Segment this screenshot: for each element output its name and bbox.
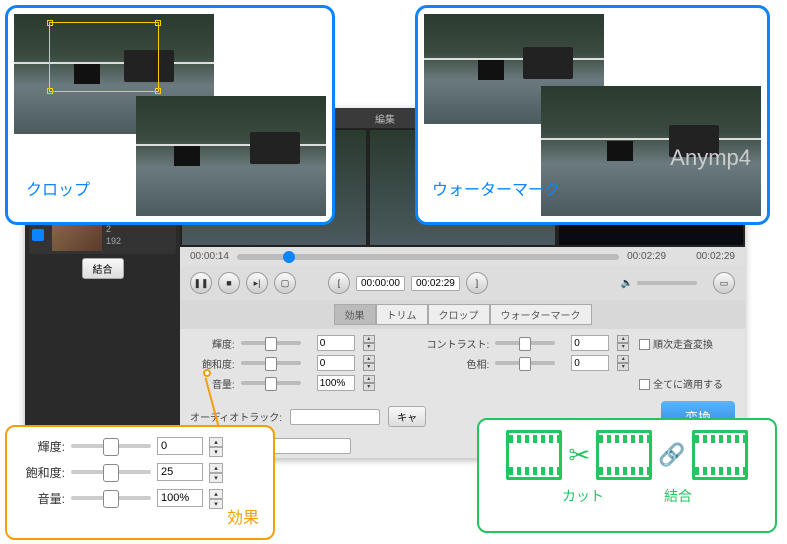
effect-params: 輝度: ▴▾ コントラスト: ▴▾ 順次走査変換 飽和度: ▴▾ 色相: ▴▾ <box>180 329 745 397</box>
timeline-track[interactable] <box>237 254 619 260</box>
combine-label: 結合 <box>664 486 692 506</box>
fx-brightness-input[interactable] <box>157 437 203 455</box>
cut-label: カット <box>562 486 604 506</box>
fx-saturation-stepper[interactable]: ▴▾ <box>209 463 223 481</box>
film-icon <box>692 430 748 480</box>
mark-in-button[interactable]: [ <box>328 272 350 294</box>
step-button[interactable]: ▸| <box>246 272 268 294</box>
link-icon: 🔗 <box>658 442 685 468</box>
callout-line <box>205 378 220 427</box>
scissors-icon: ✂ <box>568 440 590 471</box>
time-start: 00:00:14 <box>190 251 229 262</box>
volume-control[interactable]: 🔈 <box>621 278 697 289</box>
fx-brightness-slider[interactable] <box>71 444 151 448</box>
speaker-icon: 🔈 <box>621 278 633 289</box>
saturation-stepper[interactable]: ▴▾ <box>363 355 375 371</box>
mark-out-button[interactable]: ] <box>466 272 488 294</box>
brightness-stepper[interactable]: ▴▾ <box>363 335 375 351</box>
tab-watermark[interactable]: ウォーターマーク <box>490 304 592 325</box>
pause-button[interactable]: ❚❚ <box>190 272 212 294</box>
watermark-result-preview: Anymp4 <box>541 86 761 216</box>
current-time: 00:00:00 <box>356 276 405 291</box>
total-time: 00:02:29 <box>411 276 460 291</box>
deinterlace-check[interactable]: 順次走査変換 <box>639 336 729 351</box>
stop-button[interactable]: ■ <box>218 272 240 294</box>
effect-tabs: 効果 トリム クロップ ウォーターマーク <box>180 300 745 329</box>
contrast-input[interactable] <box>571 335 609 351</box>
watermark-label: ウォーターマーク <box>432 176 560 200</box>
hue-input[interactable] <box>571 355 609 371</box>
time-end-2: 00:02:29 <box>696 251 735 262</box>
brightness-slider[interactable] <box>241 341 301 345</box>
audio-track-select[interactable] <box>290 409 380 425</box>
cancel-button[interactable]: キャ <box>388 406 426 427</box>
fx-saturation-slider[interactable] <box>71 470 151 474</box>
watermark-overlay-text: Anymp4 <box>670 145 751 171</box>
checkbox[interactable] <box>32 229 44 241</box>
film-icon <box>596 430 652 480</box>
volume-slider[interactable] <box>637 281 697 285</box>
saturation-slider[interactable] <box>241 361 301 365</box>
fx-volume-stepper[interactable]: ▴▾ <box>209 489 223 507</box>
film-row: ✂ 🔗 <box>506 430 747 480</box>
fx-volume-input[interactable] <box>157 489 203 507</box>
audio-track-label: オーディオトラック: <box>190 409 282 424</box>
volume-stepper[interactable]: ▴▾ <box>363 375 375 391</box>
brightness-input[interactable] <box>317 335 355 351</box>
fx-saturation-input[interactable] <box>157 463 203 481</box>
clip-meta: 2192 <box>106 223 121 247</box>
saturation-input[interactable] <box>317 355 355 371</box>
watermark-feature-card: Anymp4 ウォーターマーク <box>415 5 770 225</box>
fx-volume-slider[interactable] <box>71 496 151 500</box>
apply-all-check[interactable]: 全てに適用する <box>639 376 729 391</box>
cut-combine-card: ✂ 🔗 カット 結合 <box>477 418 777 533</box>
brightness-label: 輝度: <box>196 336 235 351</box>
effects-title: 効果 <box>227 504 259 528</box>
playback-controls: ❚❚ ■ ▸| ▢ [ 00:00:00 00:02:29 ] 🔈 ▭ <box>180 266 745 300</box>
film-icon <box>506 430 562 480</box>
contrast-slider[interactable] <box>495 341 555 345</box>
volume-input[interactable] <box>317 375 355 391</box>
combine-button[interactable]: 結合 <box>82 258 124 279</box>
crop-rectangle[interactable] <box>49 22 159 92</box>
hue-label: 色相: <box>421 356 490 371</box>
crop-feature-card: クロップ <box>5 5 335 225</box>
fx-saturation-label: 飽和度: <box>19 464 65 481</box>
time-end: 00:02:29 <box>627 251 666 262</box>
tab-effect[interactable]: 効果 <box>334 304 376 325</box>
contrast-label: コントラスト: <box>421 336 490 351</box>
crop-result-preview <box>136 96 326 216</box>
tab-trim[interactable]: トリム <box>376 304 428 325</box>
snapshot-button[interactable]: ▢ <box>274 272 296 294</box>
volume-param-slider[interactable] <box>241 381 301 385</box>
hue-stepper[interactable]: ▴▾ <box>617 355 629 371</box>
folder-button[interactable]: ▭ <box>713 272 735 294</box>
saturation-label: 飽和度: <box>196 356 235 371</box>
fx-volume-label: 音量: <box>19 490 65 507</box>
crop-label: クロップ <box>26 176 90 200</box>
callout-anchor <box>203 369 211 377</box>
effects-callout: 輝度: ▴▾ 飽和度: ▴▾ 音量: ▴▾ 効果 <box>5 425 275 540</box>
fx-brightness-stepper[interactable]: ▴▾ <box>209 437 223 455</box>
timeline[interactable]: 00:00:14 00:02:29 00:02:29 <box>180 247 745 266</box>
tab-crop[interactable]: クロップ <box>428 304 490 325</box>
volume-label: 音量: <box>196 376 235 391</box>
contrast-stepper[interactable]: ▴▾ <box>617 335 629 351</box>
playhead[interactable] <box>283 251 295 263</box>
hue-slider[interactable] <box>495 361 555 365</box>
fx-brightness-label: 輝度: <box>19 438 65 455</box>
